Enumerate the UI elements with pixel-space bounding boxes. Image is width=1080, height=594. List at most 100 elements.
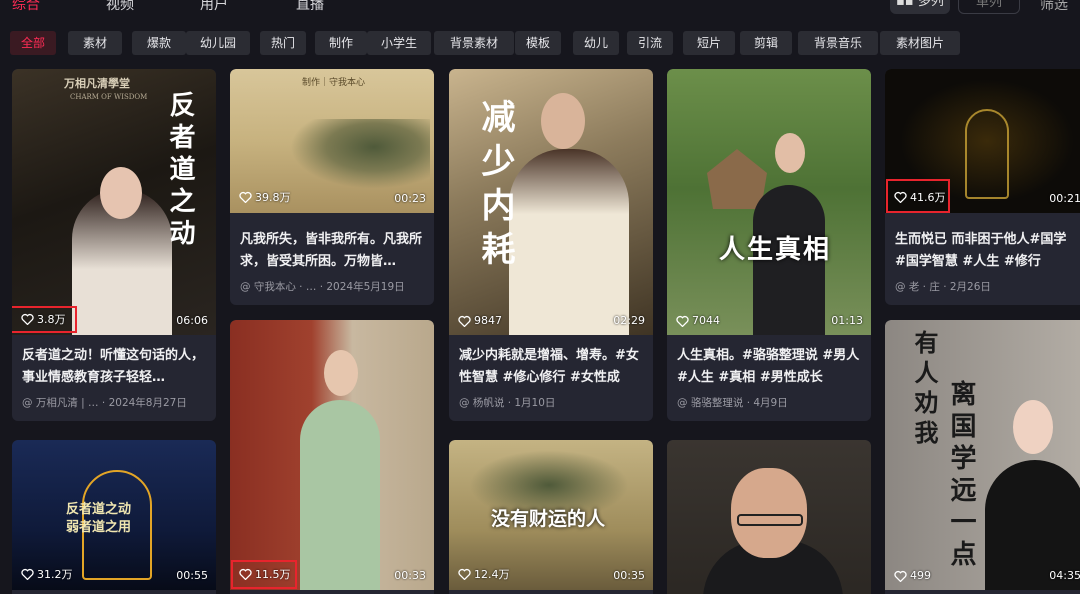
chip[interactable]: 爆款 <box>132 31 186 55</box>
like-count-value: 7044 <box>692 314 720 327</box>
card-info: 减少内耗就是增福、增寿。#女性智慧 #修心修行 #女性成长… @ 杨帆说 · 1… <box>449 345 653 410</box>
tab-live[interactable]: 直播 <box>296 0 324 14</box>
highlight-box <box>12 306 77 333</box>
video-caption: 生而悦已 而非困于他人#国学 #国学智慧 #人生 #修行 <box>895 232 1067 269</box>
author-name[interactable]: @ 守我本心 · … <box>240 281 316 293</box>
presenter-face <box>100 167 142 219</box>
multi-column-label: 多列 <box>917 0 944 9</box>
thumb-title: 人生真相 <box>719 235 832 265</box>
like-count-value: 9847 <box>474 314 502 327</box>
like-count: 7044 <box>676 314 720 327</box>
highlight-box <box>231 560 297 589</box>
highlight-box <box>886 179 950 213</box>
filter-button[interactable]: 筛选 <box>1040 0 1068 14</box>
video-duration: 02:29 <box>613 314 645 327</box>
like-count: 31.2万 <box>21 566 73 582</box>
video-card[interactable]: 制作｜守我本心 39.8万 00:23 凡我所失，皆非我所有。凡我所求，皆受其所… <box>230 69 434 305</box>
video-duration: 00:55 <box>176 569 208 582</box>
video-card[interactable]: 有人劝我 离国学远一点 499 04:35 <box>885 320 1080 594</box>
publish-date: · 4月9日 <box>746 397 788 409</box>
video-meta: @ 老 · 庄 · 2月26日 <box>895 279 1079 294</box>
pavilion <box>707 149 767 209</box>
video-card[interactable]: 反者道之动 弱者道之用 31.2万 00:55 <box>12 440 216 594</box>
video-card[interactable]: 41.6万 00:21 生而悦已 而非困于他人#国学 #国学智慧 #人生 #修行… <box>885 69 1080 305</box>
thumb-title: 减少内耗 <box>475 99 515 275</box>
video-thumbnail[interactable]: 没有财运的人 12.4万 00:35 <box>449 440 653 590</box>
publish-date: · 2024年8月27日 <box>101 397 187 409</box>
heart-icon <box>239 191 252 203</box>
card-info: 反者道之动！听懂这句话的人，事业情感教育孩子轻轻… @ 万相凡清 | … · 2… <box>12 345 216 410</box>
like-count: 39.8万 <box>239 189 291 205</box>
chip[interactable]: 短片 <box>683 31 735 55</box>
chip[interactable]: 背景音乐 <box>798 31 878 55</box>
tab-all[interactable]: 综合 <box>12 0 40 14</box>
video-duration: 01:13 <box>831 314 863 327</box>
video-meta: @ 骆骆整理说 · 4月9日 <box>677 395 861 410</box>
like-count: 499 <box>894 569 931 582</box>
video-card[interactable]: 万相凡清學堂 CHARM OF WISDOM 反者道之动 3.8万 06:06 … <box>12 69 216 421</box>
like-count-value: 39.8万 <box>255 191 291 204</box>
like-count-value: 31.2万 <box>37 568 73 581</box>
video-thumbnail[interactable]: 制作｜守我本心 39.8万 00:23 <box>230 69 434 213</box>
author-name[interactable]: @ 老 · 庄 <box>895 281 940 293</box>
glasses <box>737 514 803 526</box>
video-duration: 00:35 <box>613 569 645 582</box>
presenter-figure <box>509 149 629 335</box>
heart-icon <box>676 315 689 327</box>
video-caption: 反者道之动！听懂这句话的人，事业情感教育孩子轻轻… <box>22 348 205 385</box>
publish-date: · 2月26日 <box>943 281 991 293</box>
chip[interactable]: 小学生 <box>367 31 431 55</box>
heart-icon <box>458 568 471 580</box>
presenter-figure <box>300 400 380 590</box>
top-nav: 综合 视频 用户 直播 ▪▪ 多列 单列 筛选 <box>0 0 1080 22</box>
like-count: 9847 <box>458 314 502 327</box>
multi-column-button[interactable]: ▪▪ 多列 <box>890 0 950 14</box>
chip[interactable]: 热门 <box>260 31 306 55</box>
heart-icon <box>21 568 34 580</box>
chip[interactable]: 素材图片 <box>880 31 960 55</box>
chip[interactable]: 制作 <box>315 31 367 55</box>
thumb-line1: 反者道之动 <box>66 502 132 517</box>
video-thumbnail[interactable]: 减少内耗 9847 02:29 <box>449 69 653 335</box>
single-column-label: 单列 <box>975 0 1002 10</box>
presenter-face <box>324 350 358 396</box>
video-duration: 00:23 <box>394 192 426 205</box>
tab-video[interactable]: 视频 <box>106 0 134 14</box>
video-caption: 凡我所失，皆非我所有。凡我所求，皆受其所困。万物皆… <box>240 232 423 269</box>
video-card[interactable] <box>667 440 871 594</box>
card-info: 凡我所失，皆非我所有。凡我所求，皆受其所困。万物皆… @ 守我本心 · … · … <box>230 229 434 294</box>
video-thumbnail[interactable]: 有人劝我 离国学远一点 499 04:35 <box>885 320 1080 590</box>
video-thumbnail[interactable]: 反者道之动 弱者道之用 31.2万 00:55 <box>12 440 216 590</box>
presenter-face <box>731 468 807 558</box>
video-card[interactable]: 减少内耗 9847 02:29 减少内耗就是增福、增寿。#女性智慧 #修心修行 … <box>449 69 653 421</box>
chip[interactable]: 引流 <box>627 31 673 55</box>
video-card[interactable]: 11.5万 00:33 <box>230 320 434 594</box>
chip[interactable]: 幼儿 <box>573 31 619 55</box>
chip[interactable]: 模板 <box>515 31 561 55</box>
chip[interactable]: 背景素材 <box>434 31 514 55</box>
video-caption: 减少内耗就是增福、增寿。#女性智慧 #修心修行 #女性成长… <box>459 348 639 385</box>
video-thumbnail[interactable]: 人生真相 7044 01:13 <box>667 69 871 335</box>
author-name[interactable]: @ 骆骆整理说 <box>677 397 743 409</box>
single-column-button[interactable]: 单列 <box>958 0 1020 14</box>
video-meta: @ 万相凡清 | … · 2024年8月27日 <box>22 395 206 410</box>
author-name[interactable]: @ 万相凡清 | … <box>22 397 99 409</box>
publish-date: · 2024年5月19日 <box>319 281 405 293</box>
video-thumbnail[interactable]: 11.5万 00:33 <box>230 320 434 590</box>
like-count-value: 12.4万 <box>474 568 510 581</box>
video-thumbnail[interactable] <box>667 440 871 594</box>
video-thumbnail[interactable]: 万相凡清學堂 CHARM OF WISDOM 反者道之动 3.8万 06:06 <box>12 69 216 335</box>
publish-date: · 1月10日 <box>507 397 556 409</box>
presenter-face <box>1013 400 1053 454</box>
author-name[interactable]: @ 杨帆说 <box>459 397 504 409</box>
video-card[interactable]: 没有财运的人 12.4万 00:35 <box>449 440 653 594</box>
presenter-face <box>775 133 805 173</box>
video-card[interactable]: 人生真相 7044 01:13 人生真相。#骆骆整理说 #男人 #人生 #真相 … <box>667 69 871 421</box>
chip[interactable]: 剪辑 <box>740 31 792 55</box>
chip[interactable]: 幼儿园 <box>186 31 250 55</box>
chip-all[interactable]: 全部 <box>10 31 56 55</box>
thumb-brand-en: CHARM OF WISDOM <box>70 93 148 101</box>
heart-icon <box>458 315 471 327</box>
chip[interactable]: 素材 <box>68 31 122 55</box>
tab-user[interactable]: 用户 <box>200 0 228 14</box>
